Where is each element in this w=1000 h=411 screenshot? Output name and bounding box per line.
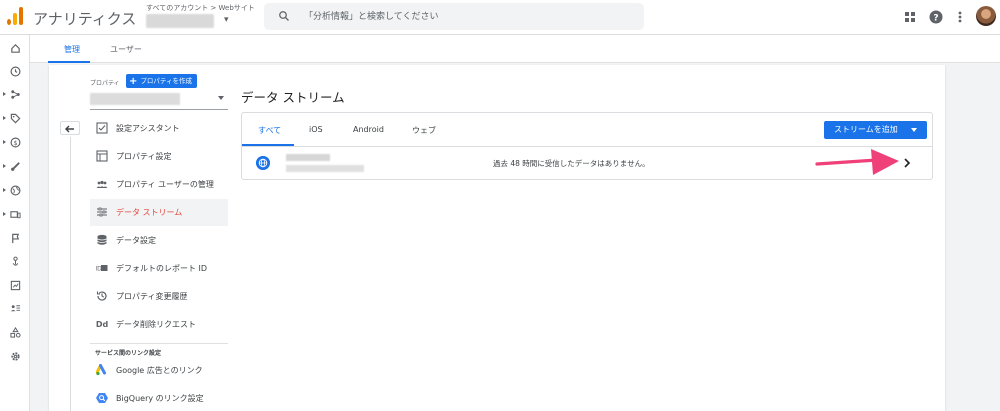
svg-text:?: ? [933,14,938,24]
menu-item-default-report-id[interactable]: ID デフォルトのレポート ID [90,255,228,282]
data-stream-icon [97,207,107,217]
shapes-icon[interactable] [10,327,21,338]
clock-icon[interactable] [10,66,21,77]
devices-icon[interactable] [10,209,21,220]
property-select-underline [90,109,228,110]
menu-item-label: プロパティ設定 [116,152,172,161]
tab-admin-underline [48,61,90,63]
search-icon [279,11,289,21]
svg-text:$: $ [13,139,17,147]
search-input[interactable] [304,8,624,25]
menu-item-label: Google 広告とのリンク [116,366,203,375]
history-icon [96,291,107,301]
property-name-blurred[interactable] [90,93,180,105]
expand-arrow-icon[interactable] [3,164,6,168]
app-title[interactable]: アナリティクス [33,8,136,29]
report-id-icon: ID [96,265,108,273]
more-vert-icon[interactable] [953,10,967,24]
section-divider [90,343,228,344]
back-arrow-icon [65,125,74,133]
menu-item-google-ads-link[interactable]: Google 広告とのリンク [90,357,228,384]
gear-icon[interactable] [10,351,21,362]
menu-item-label: データ設定 [116,236,156,245]
menu-item-label: BigQuery のリンク設定 [116,394,204,403]
menu-item-bigquery-link[interactable]: BigQuery のリンク設定 [90,385,228,411]
expand-arrow-icon[interactable] [3,140,6,144]
stream-url-blurred [286,165,364,172]
avatar[interactable] [976,6,996,26]
menu-item-data-deletion[interactable]: Dd データ削除リクエスト [90,311,228,338]
svg-text:ID: ID [96,266,102,273]
help-icon[interactable]: ? [929,10,943,24]
menu-item-data-settings[interactable]: データ設定 [90,227,228,254]
left-rail: $ [0,35,30,411]
users-icon [96,180,108,188]
add-stream-button[interactable]: ストリームを追加 [824,121,927,139]
expand-arrow-icon[interactable] [3,92,6,96]
top-bar: アナリティクス すべてのアカウント > Webサイト ▾ ? [0,0,1000,35]
product-links-heading: サービス間のリンク設定 [95,350,162,357]
google-ads-icon [96,364,106,376]
home-icon[interactable] [10,43,21,54]
globe-nav-icon[interactable] [10,185,21,196]
globe-icon [256,156,270,170]
monetization-icon[interactable]: $ [10,137,21,148]
back-button[interactable] [60,121,80,135]
stream-tab-android[interactable]: Android [353,125,384,134]
data-delete-icon: Dd [96,320,108,329]
menu-item-label: プロパティ変更履歴 [116,292,188,301]
menu-item-setup-assistant[interactable]: 設定アシスタント [90,115,228,142]
checklist-icon [96,122,108,134]
tag-icon[interactable] [10,113,21,124]
property-label: プロパティ [90,80,120,87]
engagement-icon[interactable] [10,161,21,172]
breadcrumb[interactable]: すべてのアカウント > Webサイト [146,3,255,13]
menu-item-label: 設定アシスタント [116,124,180,133]
search-bar[interactable] [264,3,644,30]
menu-guide-line [70,137,71,411]
menu-item-data-streams[interactable]: データ ストリーム [90,199,228,226]
flag-icon[interactable] [10,233,21,244]
menu-item-change-history[interactable]: プロパティ変更履歴 [90,283,228,310]
bigquery-icon [96,393,108,403]
expand-arrow-icon[interactable] [3,212,6,216]
annotation-arrow-icon [815,149,899,175]
stream-tab-ios[interactable]: iOS [309,125,323,134]
analytics-logo-icon[interactable] [7,7,23,25]
property-settings-icon [96,150,108,162]
expand-arrow-icon[interactable] [3,116,6,120]
database-icon [97,234,107,245]
menu-item-label: プロパティ ユーザーの管理 [116,180,214,189]
property-dropdown-icon[interactable] [218,96,224,100]
stream-status-text: 過去 48 時間に受信したデータはありません。 [493,159,650,168]
svg-text:Dd: Dd [96,320,108,329]
account-name-blurred[interactable] [146,14,214,28]
stream-tab-all[interactable]: すべて [258,125,281,136]
menu-item-label: データ ストリーム [116,208,183,217]
add-stream-label: ストリームを追加 [834,125,898,134]
tab-admin[interactable]: 管理 [64,44,80,55]
report-icon[interactable] [10,280,21,291]
apps-grid-icon[interactable] [903,10,917,24]
life-cycle-icon[interactable] [10,89,21,100]
stream-tab-web[interactable]: ウェブ [412,125,436,136]
menu-item-property-users[interactable]: プロパティ ユーザーの管理 [90,171,228,198]
tab-user[interactable]: ユーザー [110,44,142,55]
menu-item-property-settings[interactable]: プロパティ設定 [90,143,228,170]
chevron-right-icon[interactable] [902,157,912,169]
menu-item-label: データ削除リクエスト [116,320,196,329]
account-dropdown-icon[interactable]: ▾ [224,15,229,25]
create-property-label: プロパティを作成 [140,77,193,85]
touch-icon[interactable] [10,256,21,267]
audience-icon[interactable] [10,303,21,314]
admin-tabs: 管理 ユーザー [30,35,1000,63]
expand-arrow-icon[interactable] [3,188,6,192]
page-title: データ ストリーム [241,90,345,105]
menu-item-label: デフォルトのレポート ID [116,264,208,273]
stream-name-blurred [286,154,330,161]
create-property-button[interactable]: + プロパティを作成 [126,74,198,88]
dropdown-caret-icon [911,128,917,132]
